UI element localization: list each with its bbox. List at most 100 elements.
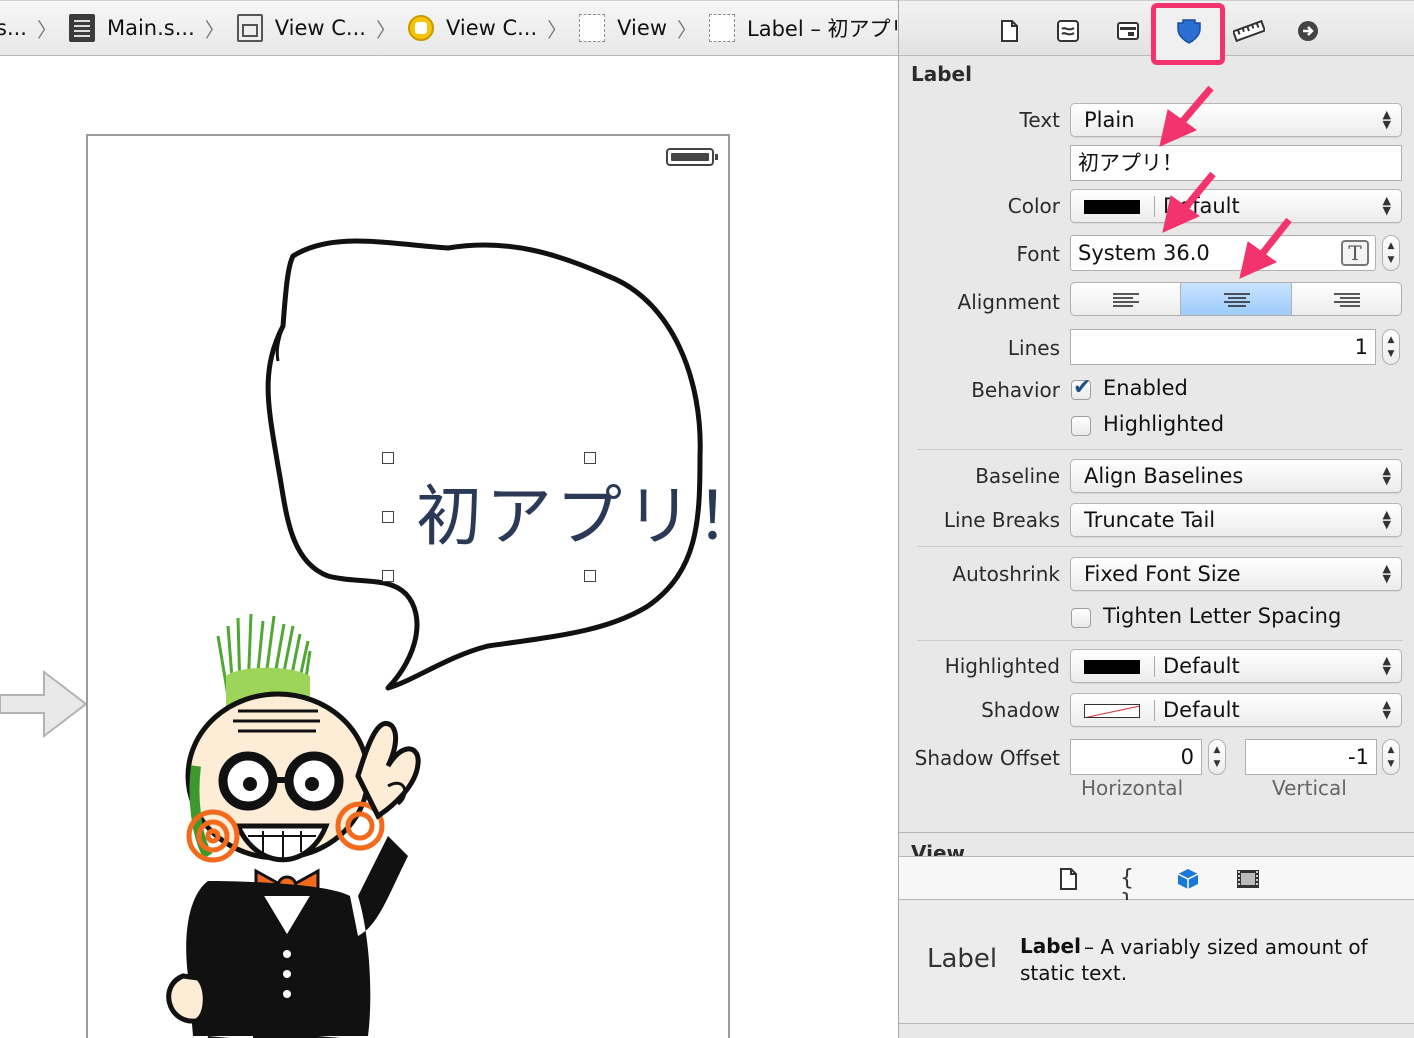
font-value: System 36.0 bbox=[1078, 241, 1210, 265]
quick-help-icon[interactable] bbox=[1056, 19, 1080, 43]
shadow-offset-vertical-stepper[interactable]: ▲ ▼ bbox=[1382, 739, 1400, 775]
highlighted-color-label: Highlighted bbox=[944, 654, 1060, 678]
popup-arrows-icon: ▲ ▼ bbox=[1382, 562, 1391, 585]
align-right-icon bbox=[1333, 293, 1360, 307]
breadcrumb-item-view[interactable]: View 〉 bbox=[569, 1, 699, 55]
media-library-icon[interactable] bbox=[1236, 867, 1260, 891]
color-value: Default bbox=[1163, 194, 1240, 218]
popup-divider bbox=[1154, 656, 1155, 677]
popup-divider bbox=[1154, 700, 1155, 721]
behavior-label: Behavior bbox=[971, 378, 1060, 402]
shadow-offset-horizontal-field[interactable]: 0 bbox=[1070, 739, 1202, 775]
text-content-field[interactable]: 初アプリ！ bbox=[1070, 145, 1402, 181]
chevron-right-icon: 〉 bbox=[204, 17, 225, 42]
label-section-title: Label bbox=[911, 62, 972, 86]
lines-field[interactable]: 1 bbox=[1070, 329, 1376, 365]
resize-handle-bottom-left[interactable] bbox=[382, 570, 394, 582]
breadcrumb-item-view-controller[interactable]: View C... 〉 bbox=[398, 1, 569, 55]
connections-inspector-icon[interactable] bbox=[1296, 19, 1320, 43]
view-controller-icon bbox=[407, 15, 434, 41]
line-breaks-value: Truncate Tail bbox=[1084, 508, 1216, 532]
alignment-segmented-control bbox=[1070, 282, 1402, 316]
popup-arrows-icon: ▲ ▼ bbox=[1382, 508, 1391, 531]
view-icon bbox=[579, 14, 606, 42]
lines-stepper[interactable]: ▲ ▼ bbox=[1382, 329, 1400, 365]
breadcrumb-item-label[interactable]: Label – 初アプリ！ bbox=[699, 1, 898, 55]
storyboard-canvas[interactable]: 初アプリ！ bbox=[0, 57, 898, 1038]
attributes-inspector: Label Text Plain ▲ ▼ 初アプリ！ Color Default … bbox=[898, 0, 1414, 1038]
breadcrumb-label: Label – 初アプリ！ bbox=[747, 17, 898, 41]
baseline-popup[interactable]: Align Baselines ▲ ▼ bbox=[1070, 459, 1402, 493]
scene-icon bbox=[236, 14, 263, 42]
divider bbox=[917, 449, 1403, 450]
inspector-tab-bar bbox=[899, 0, 1414, 65]
breadcrumb-item-scene[interactable]: View C... 〉 bbox=[227, 1, 398, 55]
selected-label[interactable]: 初アプリ！ bbox=[382, 452, 728, 582]
vertical-caption: Vertical bbox=[1272, 776, 1347, 800]
align-center-icon bbox=[1224, 293, 1251, 307]
resize-handle-top-left[interactable] bbox=[382, 452, 394, 464]
label-icon bbox=[709, 14, 735, 42]
baseline-value: Align Baselines bbox=[1084, 464, 1244, 488]
breadcrumb-label: Main.s... bbox=[106, 16, 195, 40]
object-library-icon[interactable] bbox=[1176, 867, 1200, 891]
file-inspector-icon[interactable] bbox=[997, 19, 1021, 43]
view-section-header[interactable]: View bbox=[899, 832, 1414, 856]
align-left-icon bbox=[1113, 293, 1139, 307]
file-template-library-icon[interactable] bbox=[1056, 867, 1080, 891]
code-snippet-library-icon[interactable]: { } bbox=[1115, 867, 1139, 915]
line-breaks-label: Line Breaks bbox=[943, 508, 1060, 532]
alignment-label: Alignment bbox=[957, 290, 1060, 314]
color-label: Color bbox=[1007, 194, 1060, 218]
character-illustration[interactable] bbox=[88, 136, 730, 1038]
text-type-popup[interactable]: Plain ▲ ▼ bbox=[1070, 103, 1402, 137]
line-breaks-popup[interactable]: Truncate Tail ▲ ▼ bbox=[1070, 503, 1402, 537]
font-size-stepper[interactable]: ▲ ▼ bbox=[1382, 235, 1400, 271]
popup-arrows-icon: ▲ ▼ bbox=[1382, 464, 1391, 487]
library-tab-bar: { } bbox=[899, 856, 1414, 915]
shadow-offset-horizontal-stepper[interactable]: ▲ ▼ bbox=[1208, 739, 1226, 775]
label-object-name: Label bbox=[1020, 934, 1081, 958]
chevron-right-icon: 〉 bbox=[677, 17, 697, 42]
resize-handle-left[interactable] bbox=[382, 511, 394, 523]
divider bbox=[917, 640, 1403, 641]
attributes-inspector-tab-highlight[interactable] bbox=[1151, 3, 1225, 65]
object-library: Label – A variably sized amount of stati… bbox=[899, 900, 1414, 1024]
align-center-button[interactable] bbox=[1181, 283, 1292, 315]
font-label: Font bbox=[1016, 242, 1060, 266]
highlighted-color-popup[interactable]: Default ▲ ▼ bbox=[1070, 649, 1402, 683]
font-field[interactable]: System 36.0 T bbox=[1070, 235, 1376, 271]
align-left-button[interactable] bbox=[1071, 283, 1182, 315]
resize-handle-top[interactable] bbox=[584, 452, 596, 464]
align-right-button[interactable] bbox=[1292, 283, 1401, 315]
color-popup[interactable]: Default ▲ ▼ bbox=[1070, 189, 1402, 223]
shadow-color-swatch bbox=[1084, 704, 1140, 718]
breadcrumb-item-storyboard[interactable]: Main.s... 〉 bbox=[59, 1, 227, 55]
color-swatch bbox=[1084, 200, 1140, 214]
popup-divider bbox=[1154, 196, 1155, 217]
tighten-letter-spacing-label: Tighten Letter Spacing bbox=[1103, 604, 1342, 628]
chevron-right-icon: 〉 bbox=[375, 17, 396, 42]
shadow-color-popup[interactable]: Default ▲ ▼ bbox=[1070, 693, 1402, 727]
autoshrink-popup[interactable]: Fixed Font Size ▲ ▼ bbox=[1070, 557, 1402, 591]
font-picker-icon[interactable]: T bbox=[1341, 240, 1369, 266]
label-object-thumbnail[interactable]: Label bbox=[927, 944, 997, 974]
enabled-label: Enabled bbox=[1103, 376, 1188, 400]
shadow-color-value: Default bbox=[1163, 698, 1240, 722]
ruler-icon[interactable] bbox=[1233, 19, 1265, 43]
shadow-label: Shadow bbox=[981, 698, 1060, 722]
identity-inspector-icon[interactable] bbox=[1116, 19, 1140, 43]
highlighted-checkbox[interactable] bbox=[1071, 416, 1091, 436]
view-controller-scene[interactable]: 初アプリ！ bbox=[86, 134, 730, 1038]
text-label: Text bbox=[1019, 108, 1060, 132]
breadcrumb-item-project[interactable]: s... 〉 bbox=[0, 1, 59, 55]
initial-view-controller-arrow-icon bbox=[0, 669, 88, 739]
enabled-checkbox[interactable] bbox=[1071, 375, 1091, 400]
shadow-offset-vertical-field[interactable]: -1 bbox=[1245, 739, 1377, 775]
popup-arrows-icon: ▲ ▼ bbox=[1382, 108, 1391, 131]
tighten-letter-spacing-checkbox[interactable] bbox=[1071, 608, 1091, 628]
jump-bar: s... 〉 Main.s... 〉 View C... 〉 View C...… bbox=[0, 0, 898, 56]
label-text: 初アプリ！ bbox=[416, 478, 728, 555]
resize-handle-bottom[interactable] bbox=[584, 570, 596, 582]
text-type-value: Plain bbox=[1084, 108, 1135, 132]
